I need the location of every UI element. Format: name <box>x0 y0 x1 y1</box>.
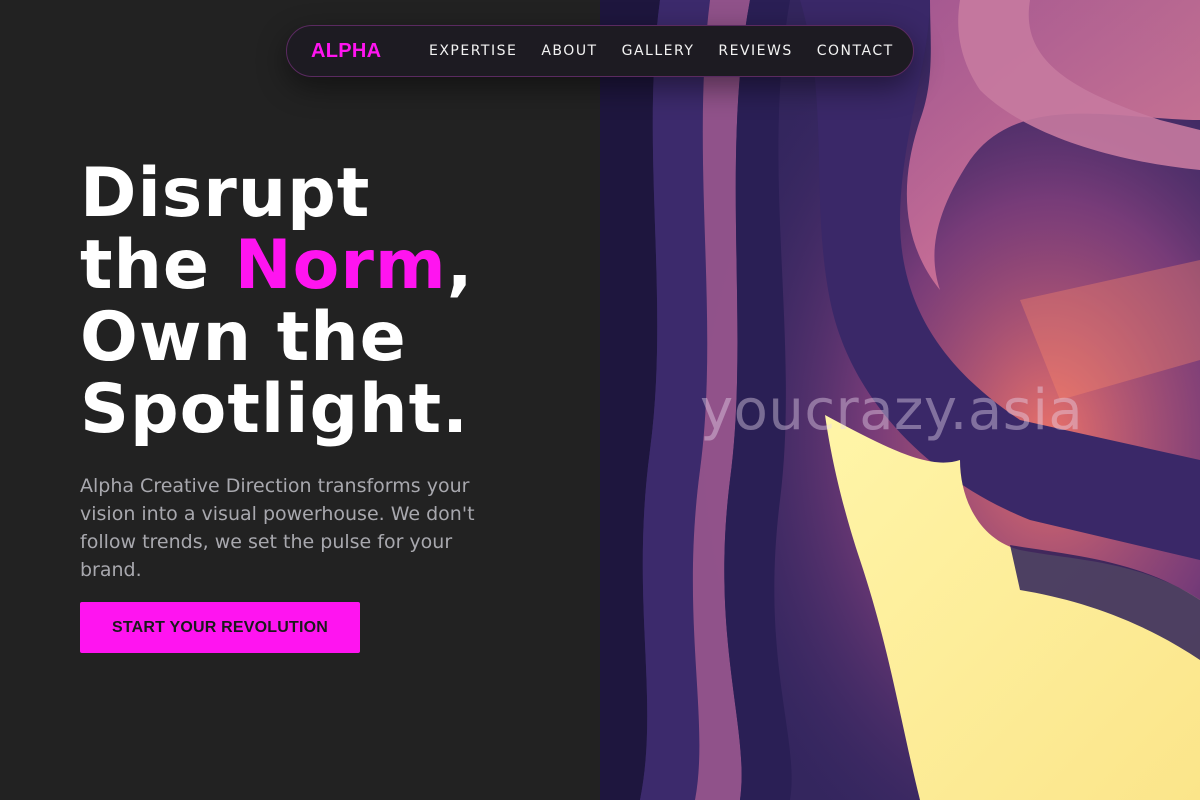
headline-line-3: Own the <box>80 298 407 377</box>
top-navbar: ALPHA EXPERTISE ABOUT GALLERY REVIEWS CO… <box>286 25 914 77</box>
headline-line-2-end: , <box>446 226 474 305</box>
nav-link-contact[interactable]: CONTACT <box>817 43 894 59</box>
headline-line-1: Disrupt <box>80 154 371 233</box>
brand-logo[interactable]: ALPHA <box>311 40 381 63</box>
nav-link-gallery[interactable]: GALLERY <box>622 43 695 59</box>
hero-description: Alpha Creative Direction transforms your… <box>80 475 475 581</box>
start-revolution-button[interactable]: START YOUR REVOLUTION <box>80 602 360 653</box>
nav-link-about[interactable]: ABOUT <box>541 43 597 59</box>
headline-accent-word: Norm <box>234 226 447 305</box>
nav-link-reviews[interactable]: REVIEWS <box>718 43 792 59</box>
headline-line-4: Spotlight. <box>80 370 469 449</box>
watermark-text: youcrazy.asia <box>700 378 1084 443</box>
headline-line-2-start: the <box>80 226 235 305</box>
hero-headline: Disrupt the Norm, Own the Spotlight. <box>80 158 580 446</box>
nav-link-expertise[interactable]: EXPERTISE <box>429 43 517 59</box>
nav-links: EXPERTISE ABOUT GALLERY REVIEWS CONTACT <box>429 43 894 59</box>
